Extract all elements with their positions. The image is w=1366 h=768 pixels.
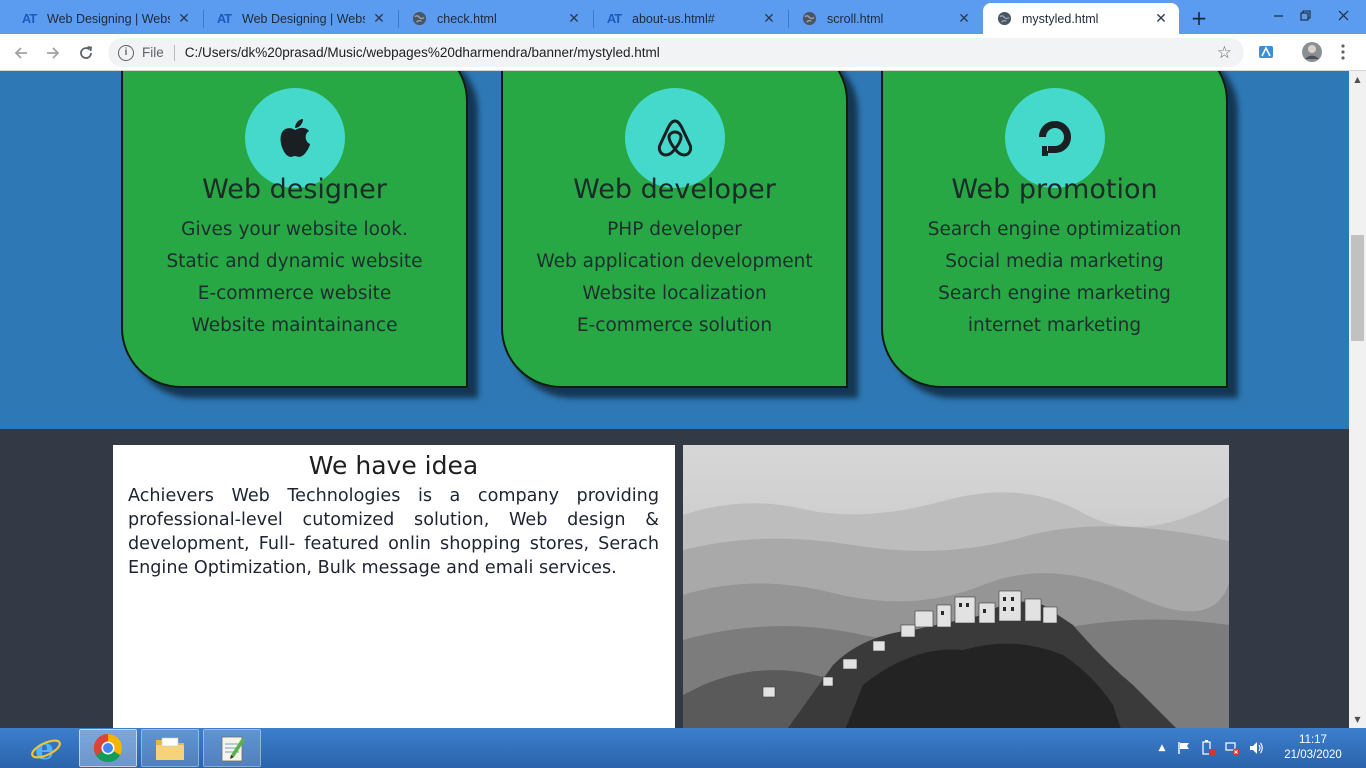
address-divider bbox=[173, 44, 175, 61]
card-list: Gives your website look. Static and dyna… bbox=[123, 214, 466, 342]
url-text[interactable]: C:/Users/dk%20prasad/Music/webpages%20dh… bbox=[185, 45, 660, 60]
tab-title: about-us.html# bbox=[632, 11, 715, 26]
list-item: Static and dynamic website bbox=[166, 251, 423, 272]
tab-web-designing-2[interactable]: AT Web Designing | Website ✕ bbox=[203, 3, 397, 34]
list-item: Search engine optimization bbox=[927, 219, 1182, 240]
close-icon[interactable]: ✕ bbox=[566, 11, 582, 27]
scroll-up-arrow[interactable]: ▲ bbox=[1349, 71, 1366, 88]
close-icon[interactable]: ✕ bbox=[761, 11, 777, 27]
tab-title: check.html bbox=[437, 11, 497, 26]
tab-title: scroll.html bbox=[827, 11, 884, 26]
service-badge bbox=[1005, 88, 1105, 188]
list-item: Social media marketing bbox=[945, 251, 1164, 272]
new-tab-button[interactable]: + bbox=[1186, 6, 1212, 30]
tab-title: Web Designing | Website bbox=[242, 11, 365, 26]
notepad-icon bbox=[221, 736, 245, 762]
list-item: E-commerce website bbox=[197, 283, 392, 304]
services-section: Web designer Gives your website look. St… bbox=[0, 71, 1349, 429]
at-logo-icon: AT bbox=[606, 11, 622, 26]
chrome-taskbar-button[interactable] bbox=[79, 729, 137, 767]
mountain-village-photo bbox=[683, 445, 1229, 728]
reload-icon bbox=[80, 46, 93, 59]
globe-icon bbox=[800, 11, 818, 27]
forward-button[interactable] bbox=[40, 40, 66, 66]
internet-explorer-button[interactable]: e bbox=[18, 729, 74, 767]
about-text-box: We have idea Achievers Web Technologies … bbox=[113, 445, 675, 728]
chrome-icon bbox=[93, 733, 122, 763]
vertical-scrollbar[interactable]: ▲ ▼ bbox=[1349, 71, 1366, 728]
list-item: PHP developer bbox=[607, 219, 742, 240]
page-viewport: Web designer Gives your website look. St… bbox=[0, 71, 1349, 728]
service-card-web-designer: Web designer Gives your website look. St… bbox=[121, 71, 468, 388]
arrow-right-icon bbox=[47, 47, 60, 59]
tab-mystyled-active[interactable]: mystyled.html ✕ bbox=[983, 3, 1179, 34]
globe-icon bbox=[995, 11, 1013, 27]
network-disconnected-icon[interactable] bbox=[1223, 739, 1241, 757]
tab-check[interactable]: check.html ✕ bbox=[398, 3, 592, 34]
show-hidden-icons-chevron[interactable]: ▲ bbox=[1153, 739, 1171, 757]
menu-dots-icon[interactable] bbox=[1333, 42, 1353, 62]
tab-title: Web Designing | Website bbox=[47, 11, 170, 26]
tab-title: mystyled.html bbox=[1022, 11, 1099, 26]
system-clock[interactable]: 11:17 21/03/2020 bbox=[1280, 733, 1346, 763]
clock-date: 21/03/2020 bbox=[1284, 749, 1342, 761]
at-logo-icon: AT bbox=[21, 11, 37, 26]
close-window-button[interactable] bbox=[1320, 0, 1366, 30]
reload-button[interactable] bbox=[73, 40, 99, 66]
card-list: Search engine optimization Social media … bbox=[883, 214, 1226, 342]
list-item: internet marketing bbox=[967, 315, 1142, 336]
list-item: Search engine marketing bbox=[938, 283, 1171, 304]
extension-icon[interactable] bbox=[1256, 42, 1276, 62]
at-logo-icon: AT bbox=[216, 11, 232, 26]
card-title: Web promotion bbox=[951, 174, 1158, 205]
screen: AT Web Designing | Website ✕ AT Web Desi… bbox=[0, 0, 1366, 768]
airbnb-icon bbox=[657, 119, 693, 157]
tab-web-designing-1[interactable]: AT Web Designing | Website ✕ bbox=[8, 3, 202, 34]
tab-scroll[interactable]: scroll.html ✕ bbox=[788, 3, 982, 34]
card-title: Web designer bbox=[202, 174, 387, 205]
list-item: Web application development bbox=[536, 251, 813, 272]
browser-toolbar: i File C:/Users/dk%20prasad/Music/webpag… bbox=[0, 34, 1366, 71]
list-item: Website maintainance bbox=[191, 315, 398, 336]
close-icon[interactable]: ✕ bbox=[176, 11, 192, 27]
close-icon[interactable]: ✕ bbox=[956, 11, 972, 27]
scroll-down-arrow[interactable]: ▼ bbox=[1349, 711, 1366, 728]
about-paragraph: Achievers Web Technologies is a company … bbox=[128, 486, 659, 578]
about-section: We have idea Achievers Web Technologies … bbox=[0, 429, 1349, 728]
list-item: Gives your website look. bbox=[181, 219, 408, 240]
action-center-flag-icon[interactable] bbox=[1175, 739, 1193, 757]
notepad-button[interactable] bbox=[203, 729, 261, 767]
internet-explorer-icon: e bbox=[31, 732, 61, 764]
service-card-web-developer: Web developer PHP developer Web applicat… bbox=[501, 71, 848, 388]
scheme-label: File bbox=[142, 45, 164, 60]
tab-about-us[interactable]: AT about-us.html# ✕ bbox=[593, 3, 787, 34]
arrow-left-icon bbox=[14, 47, 27, 59]
card-list: PHP developer Web application developmen… bbox=[503, 214, 846, 342]
volume-icon[interactable] bbox=[1247, 739, 1265, 757]
back-button[interactable] bbox=[8, 40, 34, 66]
scroll-thumb[interactable] bbox=[1351, 235, 1364, 341]
power-battery-icon[interactable] bbox=[1199, 739, 1217, 757]
tab-strip: AT Web Designing | Website ✕ AT Web Desi… bbox=[0, 0, 1366, 34]
card-title: Web developer bbox=[573, 174, 776, 205]
clock-time: 11:17 bbox=[1299, 734, 1327, 746]
file-explorer-button[interactable] bbox=[141, 729, 199, 767]
globe-icon bbox=[410, 11, 428, 27]
list-item: E-commerce solution bbox=[576, 315, 773, 336]
file-explorer-icon bbox=[156, 737, 184, 760]
apple-icon bbox=[280, 119, 310, 157]
service-badge bbox=[245, 88, 345, 188]
info-icon[interactable]: i bbox=[118, 44, 134, 61]
service-badge bbox=[625, 88, 725, 188]
close-icon[interactable]: ✕ bbox=[1153, 11, 1169, 27]
digitalocean-icon bbox=[1039, 121, 1071, 156]
close-icon[interactable]: ✕ bbox=[371, 11, 387, 27]
profile-avatar[interactable] bbox=[1301, 41, 1323, 63]
about-title: We have idea bbox=[308, 451, 479, 480]
bookmark-star-icon[interactable]: ☆ bbox=[1217, 43, 1232, 63]
list-item: Website localization bbox=[582, 283, 767, 304]
service-card-web-promotion: Web promotion Search engine optimization… bbox=[881, 71, 1228, 388]
address-bar[interactable]: i File C:/Users/dk%20prasad/Music/webpag… bbox=[108, 38, 1244, 67]
windows-taskbar: e ▲ 11:17 21/03/2020 bbox=[0, 728, 1366, 768]
